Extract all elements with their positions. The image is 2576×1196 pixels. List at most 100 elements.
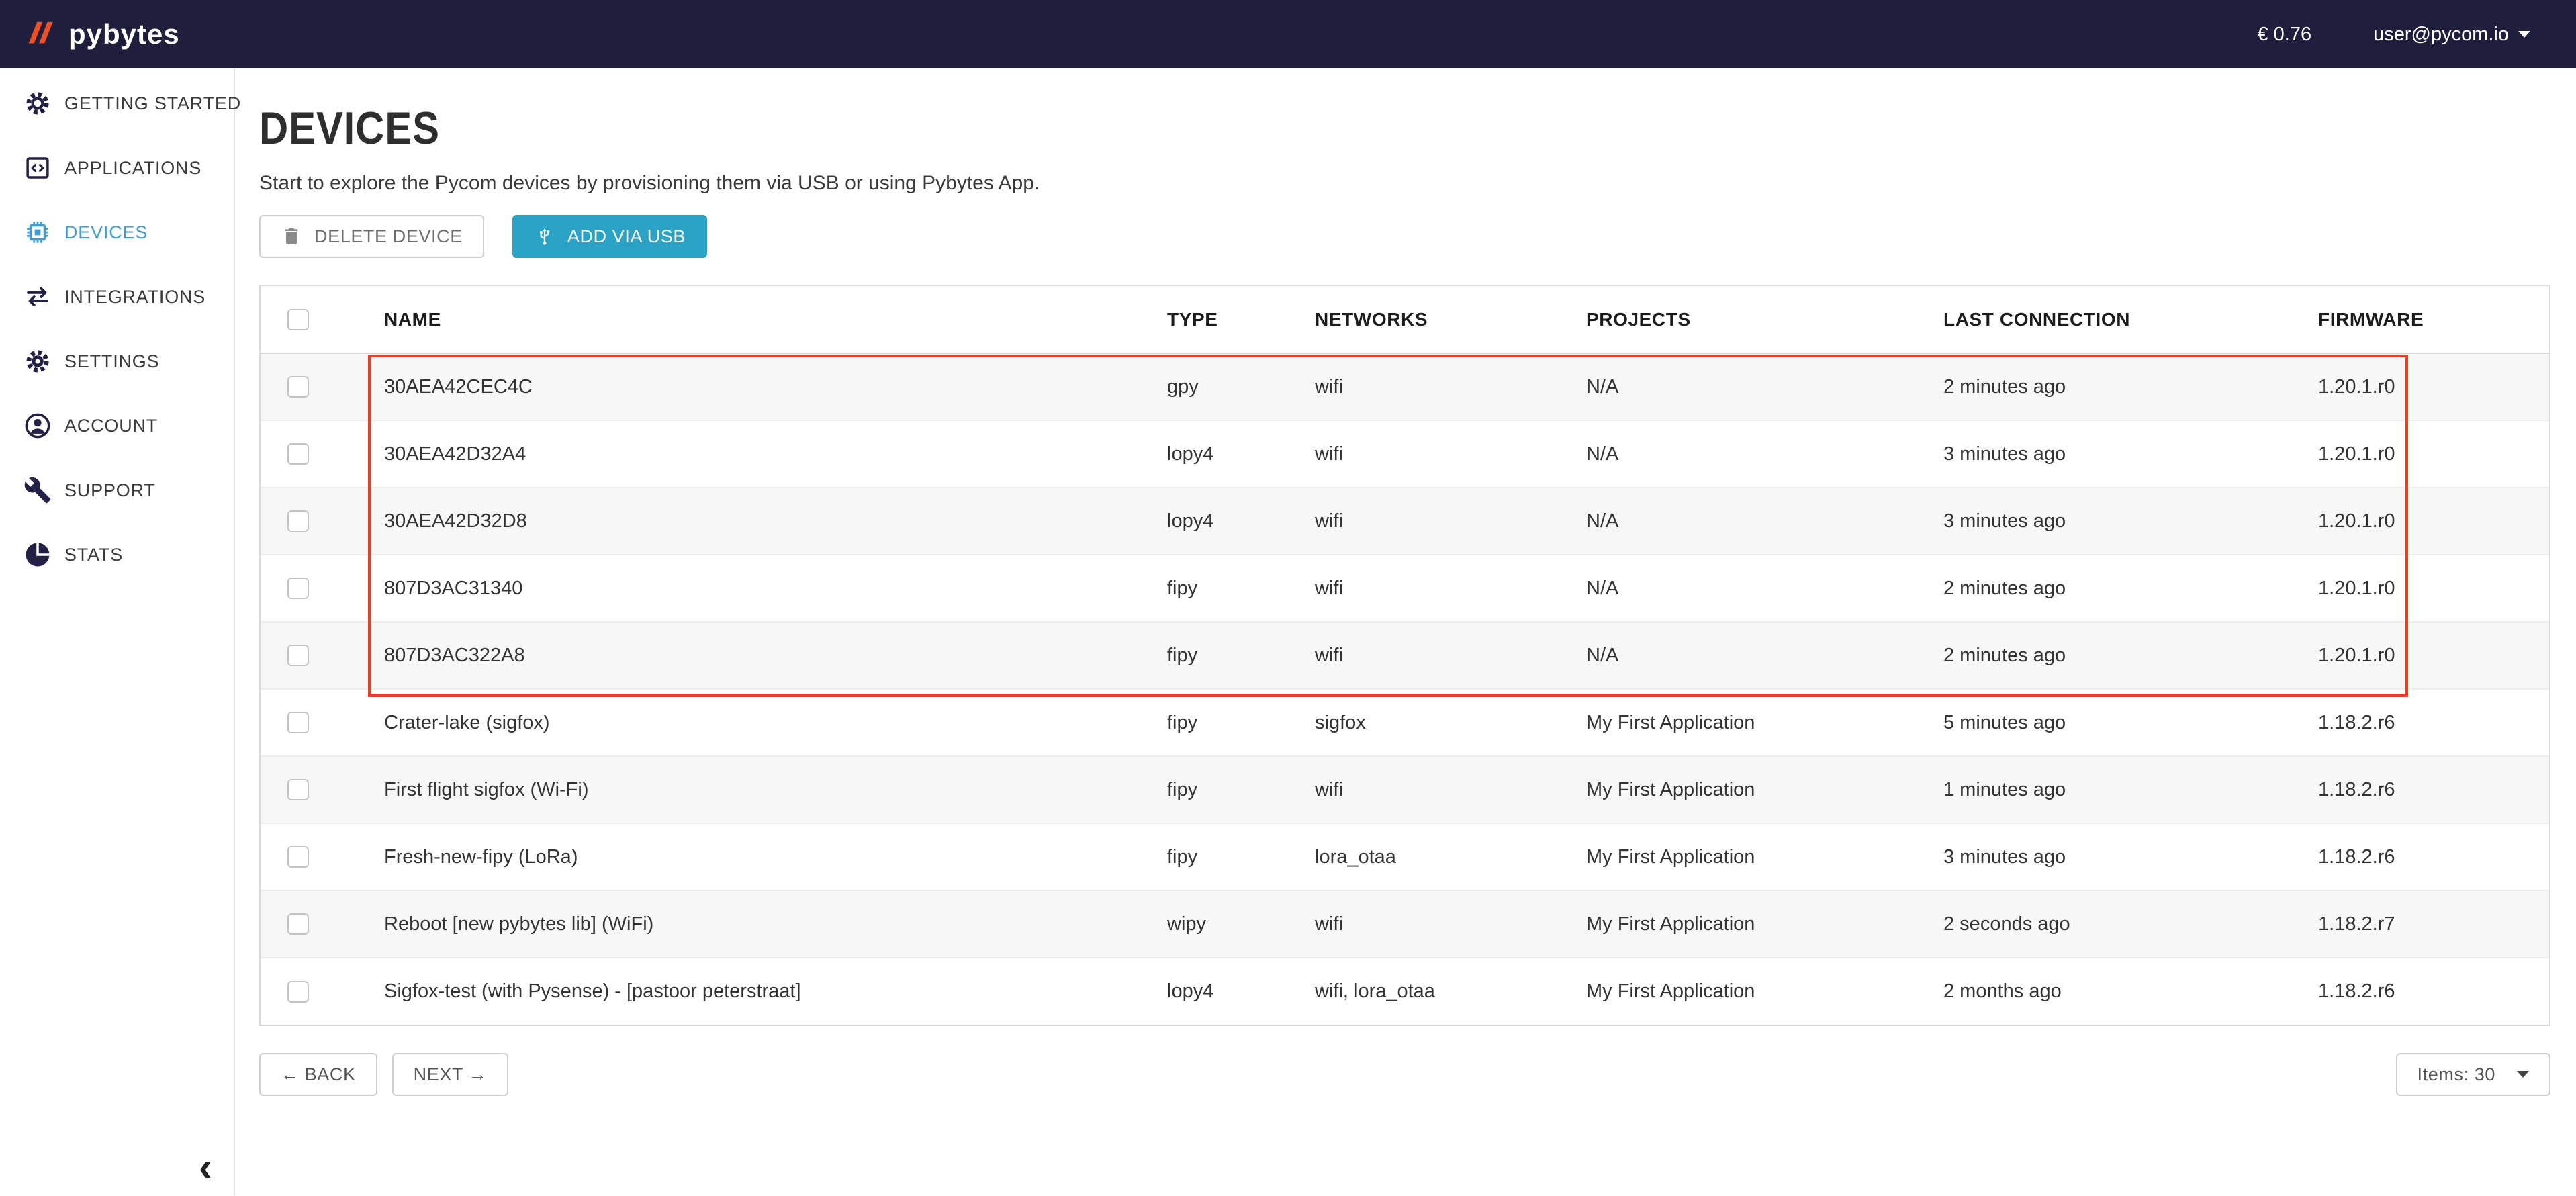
cell-networks: wifi, lora_otaa xyxy=(1315,958,1586,1025)
sidebar-item-settings[interactable]: SETTINGS xyxy=(0,329,234,394)
balance-label: € 0.76 xyxy=(2257,24,2311,46)
cell-last-connection: 2 months ago xyxy=(1943,958,2318,1025)
applications-icon xyxy=(23,153,52,183)
cell-name: 30AEA42CEC4C xyxy=(384,353,1167,420)
cell-name: First flight sigfox (Wi-Fi) xyxy=(384,756,1167,823)
sidebar-item-getting-started[interactable]: GETTING STARTED xyxy=(0,71,234,136)
cell-last-connection: 5 minutes ago xyxy=(1943,689,2318,756)
table-row[interactable]: Crater-lake (sigfox) fipy sigfox My Firs… xyxy=(261,689,2549,756)
cell-name: Fresh-new-fipy (LoRa) xyxy=(384,823,1167,890)
table-row[interactable]: Sigfox-test (with Pysense) - [pastoor pe… xyxy=(261,958,2549,1025)
back-button[interactable]: ← BACK xyxy=(259,1053,377,1096)
sidebar-item-stats[interactable]: STATS xyxy=(0,522,234,587)
row-checkbox[interactable] xyxy=(287,779,309,800)
row-checkbox[interactable] xyxy=(287,712,309,733)
cell-projects: N/A xyxy=(1586,353,1943,420)
delete-device-button[interactable]: DELETE DEVICE xyxy=(259,215,484,258)
row-checkbox[interactable] xyxy=(287,981,309,1003)
cell-firmware: 1.20.1.r0 xyxy=(2318,420,2549,488)
usb-icon xyxy=(534,226,555,247)
sidebar-item-applications[interactable]: APPLICATIONS xyxy=(0,136,234,200)
row-checkbox[interactable] xyxy=(287,443,309,465)
sidebar-item-support[interactable]: SUPPORT xyxy=(0,458,234,522)
sidebar-item-label: GETTING STARTED xyxy=(64,93,241,114)
sidebar-item-label: DEVICES xyxy=(64,222,148,243)
column-header-projects: PROJECTS xyxy=(1586,286,1943,353)
cell-type: fipy xyxy=(1167,823,1315,890)
cell-last-connection: 3 minutes ago xyxy=(1943,420,2318,488)
cell-name: Crater-lake (sigfox) xyxy=(384,689,1167,756)
cell-projects: My First Application xyxy=(1586,823,1943,890)
sidebar-item-account[interactable]: ACCOUNT xyxy=(0,394,234,458)
cell-firmware: 1.20.1.r0 xyxy=(2318,622,2549,689)
sidebar-item-label: SUPPORT xyxy=(64,480,156,501)
cell-firmware: 1.20.1.r0 xyxy=(2318,353,2549,420)
table-row[interactable]: 30AEA42D32A4 lopy4 wifi N/A 3 minutes ag… xyxy=(261,420,2549,488)
cell-type: fipy xyxy=(1167,689,1315,756)
cell-networks: wifi xyxy=(1315,353,1586,420)
cell-last-connection: 2 seconds ago xyxy=(1943,890,2318,958)
chip-icon xyxy=(23,218,52,247)
wrench-icon xyxy=(23,475,52,505)
cell-firmware: 1.18.2.r6 xyxy=(2318,756,2549,823)
table-row[interactable]: 807D3AC31340 fipy wifi N/A 2 minutes ago… xyxy=(261,555,2549,622)
select-all-checkbox[interactable] xyxy=(287,309,309,330)
sidebar-item-label: INTEGRATIONS xyxy=(64,287,205,308)
add-via-usb-label: ADD VIA USB xyxy=(567,226,686,247)
table-row[interactable]: First flight sigfox (Wi-Fi) fipy wifi My… xyxy=(261,756,2549,823)
cell-networks: wifi xyxy=(1315,420,1586,488)
topbar: pybytes € 0.76 user@pycom.io xyxy=(0,0,2576,68)
user-menu[interactable]: user@pycom.io xyxy=(2373,24,2530,46)
cell-name: 807D3AC322A8 xyxy=(384,622,1167,689)
row-checkbox[interactable] xyxy=(287,645,309,666)
cell-name: Reboot [new pybytes lib] (WiFi) xyxy=(384,890,1167,958)
cell-last-connection: 2 minutes ago xyxy=(1943,555,2318,622)
sidebar-item-label: STATS xyxy=(64,545,123,565)
page-subtitle: Start to explore the Pycom devices by pr… xyxy=(259,172,2550,195)
sidebar-collapse-chevron[interactable]: ‹ xyxy=(199,1147,212,1187)
row-checkbox[interactable] xyxy=(287,578,309,599)
items-per-page-dropdown[interactable]: Items: 30 xyxy=(2396,1053,2550,1096)
cell-name: 30AEA42D32D8 xyxy=(384,488,1167,555)
table-row[interactable]: 807D3AC322A8 fipy wifi N/A 2 minutes ago… xyxy=(261,622,2549,689)
cell-name: Sigfox-test (with Pysense) - [pastoor pe… xyxy=(384,958,1167,1025)
cell-type: fipy xyxy=(1167,555,1315,622)
row-checkbox[interactable] xyxy=(287,376,309,398)
sidebar-item-devices[interactable]: DEVICES xyxy=(0,200,234,265)
table-header-row: NAME TYPE NETWORKS PROJECTS LAST CONNECT… xyxy=(261,286,2549,353)
cell-projects: My First Application xyxy=(1586,958,1943,1025)
cell-networks: wifi xyxy=(1315,622,1586,689)
column-header-name: NAME xyxy=(384,286,1167,353)
column-header-last-connection: LAST CONNECTION xyxy=(1943,286,2318,353)
cell-type: lopy4 xyxy=(1167,420,1315,488)
sidebar-item-label: APPLICATIONS xyxy=(64,158,201,179)
delete-device-label: DELETE DEVICE xyxy=(314,226,463,247)
row-checkbox[interactable] xyxy=(287,510,309,532)
add-via-usb-button[interactable]: ADD VIA USB xyxy=(512,215,707,258)
table-row[interactable]: 30AEA42CEC4C gpy wifi N/A 2 minutes ago … xyxy=(261,353,2549,420)
cell-projects: N/A xyxy=(1586,555,1943,622)
cell-networks: sigfox xyxy=(1315,689,1586,756)
brand-name: pybytes xyxy=(68,18,180,50)
cell-firmware: 1.20.1.r0 xyxy=(2318,488,2549,555)
chevron-down-icon xyxy=(2518,31,2530,38)
table-row[interactable]: Fresh-new-fipy (LoRa) fipy lora_otaa My … xyxy=(261,823,2549,890)
table-row[interactable]: Reboot [new pybytes lib] (WiFi) wipy wif… xyxy=(261,890,2549,958)
cell-firmware: 1.20.1.r0 xyxy=(2318,555,2549,622)
cell-projects: N/A xyxy=(1586,488,1943,555)
sidebar-item-integrations[interactable]: INTEGRATIONS xyxy=(0,265,234,329)
brand[interactable]: pybytes xyxy=(23,17,180,51)
gear-filled-icon xyxy=(23,347,52,376)
next-button[interactable]: NEXT → xyxy=(392,1053,509,1096)
row-checkbox[interactable] xyxy=(287,913,309,935)
items-per-page-label: Items: 30 xyxy=(2418,1064,2495,1085)
cell-networks: wifi xyxy=(1315,488,1586,555)
devices-table: NAME TYPE NETWORKS PROJECTS LAST CONNECT… xyxy=(259,285,2550,1026)
column-header-type: TYPE xyxy=(1167,286,1315,353)
cell-type: gpy xyxy=(1167,353,1315,420)
row-checkbox[interactable] xyxy=(287,846,309,868)
cell-last-connection: 2 minutes ago xyxy=(1943,353,2318,420)
cell-type: lopy4 xyxy=(1167,488,1315,555)
sidebar-item-label: ACCOUNT xyxy=(64,416,158,436)
table-row[interactable]: 30AEA42D32D8 lopy4 wifi N/A 3 minutes ag… xyxy=(261,488,2549,555)
